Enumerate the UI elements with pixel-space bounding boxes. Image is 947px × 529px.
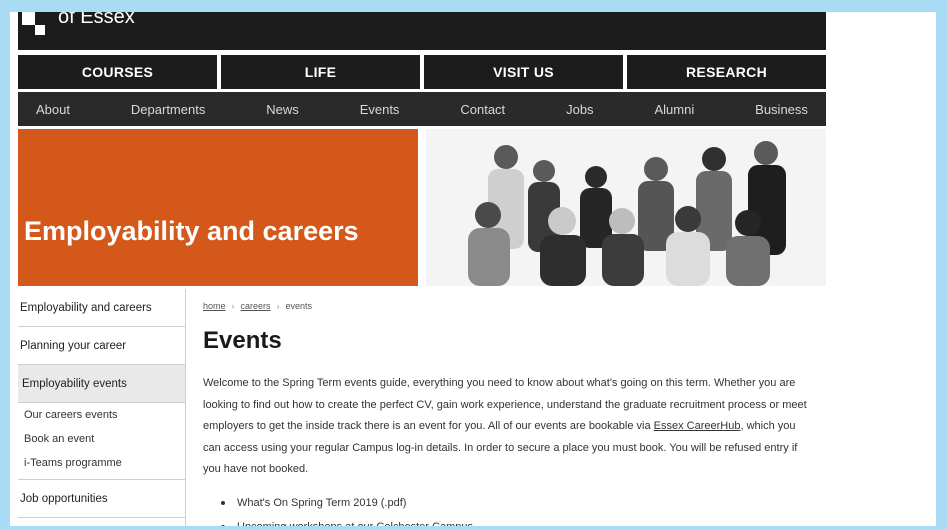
- hero-title: Employability and careers: [24, 216, 359, 246]
- hero-banner: Employability and careers: [18, 129, 418, 286]
- whats-on-pdf-link[interactable]: What's On Spring Term 2019 (.pdf): [237, 491, 406, 515]
- subnav-about[interactable]: About: [36, 102, 70, 117]
- sidebar-subitem-book-event[interactable]: Book an event: [18, 427, 185, 451]
- sidebar-subitem-careers-events[interactable]: Our careers events: [18, 403, 185, 427]
- sidebar-item-job-opportunities[interactable]: Job opportunities: [18, 480, 185, 518]
- breadcrumb-careers[interactable]: careers: [241, 301, 271, 311]
- site-header: of Essex: [18, 12, 826, 50]
- university-logo[interactable]: [22, 12, 50, 42]
- breadcrumb: home › careers › events: [203, 301, 823, 311]
- nav-research[interactable]: RESEARCH: [627, 55, 826, 89]
- main-navigation: COURSES LIFE VISIT US RESEARCH: [18, 55, 826, 89]
- bullet-icon: [221, 500, 225, 505]
- sidebar-item-employability-and-careers[interactable]: Employability and careers: [18, 289, 185, 327]
- sidebar-item-planning-your-career[interactable]: Planning your career: [18, 327, 185, 365]
- main-content: home › careers › events Events Welcome t…: [203, 289, 823, 526]
- subnav-contact[interactable]: Contact: [460, 102, 505, 117]
- nav-life[interactable]: LIFE: [221, 55, 420, 89]
- intro-paragraph: Welcome to the Spring Term events guide,…: [203, 373, 813, 481]
- subnav-business[interactable]: Business: [755, 102, 808, 117]
- sidebar-item-employability-events[interactable]: Employability events: [18, 365, 185, 403]
- browser-page: of Essex COURSES LIFE VISIT US RESEARCH …: [10, 12, 936, 526]
- group-photo-image: [426, 129, 826, 286]
- sidebar-subitem-iteams[interactable]: i-Teams programme: [18, 451, 185, 475]
- list-item[interactable]: What's On Spring Term 2019 (.pdf): [221, 491, 823, 515]
- subnav-departments[interactable]: Departments: [131, 102, 205, 117]
- subnav-jobs[interactable]: Jobs: [566, 102, 593, 117]
- subnav-alumni[interactable]: Alumni: [654, 102, 694, 117]
- secondary-navigation: About Departments News Events Contact Jo…: [18, 92, 826, 126]
- list-item[interactable]: Upcoming workshops at our Colchester Cam…: [221, 515, 823, 527]
- breadcrumb-events: events: [285, 301, 313, 311]
- breadcrumb-separator: ›: [231, 301, 235, 311]
- subnav-events[interactable]: Events: [360, 102, 400, 117]
- subnav-news[interactable]: News: [266, 102, 299, 117]
- sidebar-subitems: Our careers events Book an event i-Teams…: [18, 403, 185, 480]
- breadcrumb-separator: ›: [276, 301, 280, 311]
- breadcrumb-home[interactable]: home: [203, 301, 226, 311]
- colchester-workshops-link[interactable]: Upcoming workshops at our Colchester Cam…: [237, 515, 473, 527]
- students-group-photo: [426, 129, 826, 286]
- bullet-icon: [221, 524, 225, 526]
- careerhub-link[interactable]: Essex CareerHub: [654, 420, 741, 432]
- events-link-list: What's On Spring Term 2019 (.pdf) Upcomi…: [221, 491, 823, 527]
- nav-visit-us[interactable]: VISIT US: [424, 55, 623, 89]
- page-title: Events: [203, 327, 282, 354]
- logo-text[interactable]: of Essex: [58, 12, 135, 29]
- nav-courses[interactable]: COURSES: [18, 55, 217, 89]
- sidebar-nav: Employability and careers Planning your …: [18, 289, 186, 526]
